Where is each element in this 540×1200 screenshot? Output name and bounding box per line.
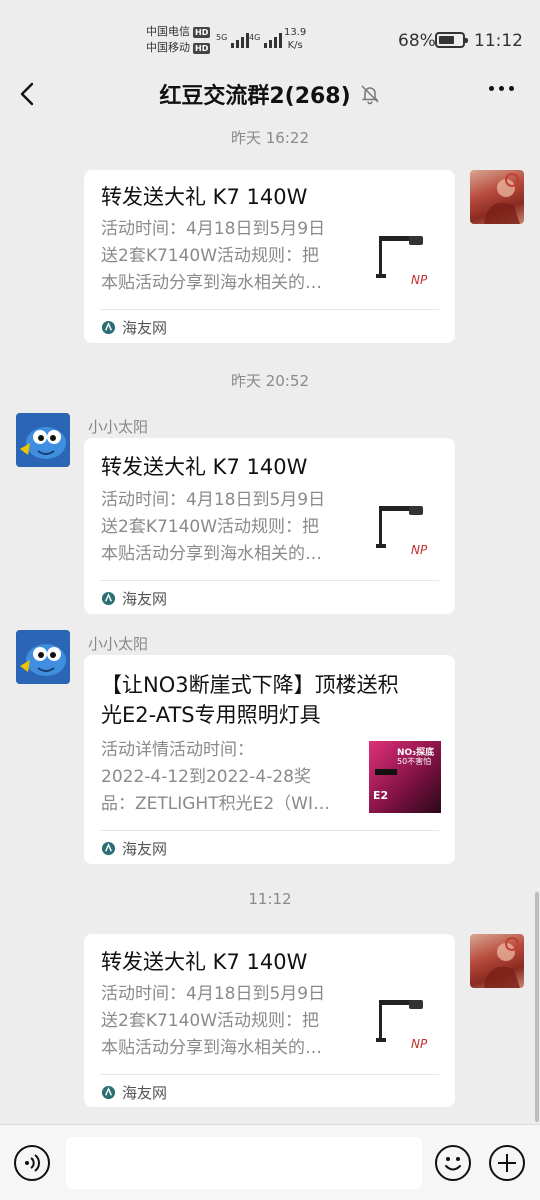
battery-percent: 68% xyxy=(398,31,436,51)
card-source: 海友网 xyxy=(101,1082,167,1103)
lamp-thumbnail-icon: NP xyxy=(376,1000,428,1051)
card-description: 活动时间：4月18日到5月9日 送2套K7140W活动规则：把 本贴活动分享到海水相… xyxy=(101,219,326,293)
timestamp: 昨天 20:52 xyxy=(231,372,309,390)
voice-icon[interactable] xyxy=(14,1145,50,1181)
status-time: 11:12 xyxy=(474,31,523,51)
carrier-info: 中国电信 HD 中国移动 HD xyxy=(146,24,211,56)
hd-badge: HD xyxy=(193,26,211,38)
link-card[interactable]: 转发送大礼 K7 140W 活动时间：4月18日到5月9日 送2套K7140W活动… xyxy=(84,438,455,614)
card-description: 活动详情活动时间： 2022-4-12到2022-4-28奖 品：ZETLIGHT积… xyxy=(101,740,330,814)
message-input[interactable] xyxy=(66,1137,422,1189)
card-title: 转发送大礼 K7 140W xyxy=(101,950,308,974)
input-bar xyxy=(0,1124,540,1200)
more-dots-icon[interactable] xyxy=(489,86,514,91)
link-card[interactable]: 【让NO3断崖式下降】顶楼送积 光E2-ATS专用照明灯具 活动详情活动时间： 2… xyxy=(84,655,455,864)
svg-text:NP: NP xyxy=(411,273,428,287)
timestamp: 11:12 xyxy=(248,890,292,908)
link-card[interactable]: 转发送大礼 K7 140W 活动时间：4月18日到5月9日 送2套K7140W活动… xyxy=(84,934,455,1107)
signal-5g-icon: 5G xyxy=(216,26,250,48)
plus-icon[interactable] xyxy=(489,1145,525,1181)
timestamp: 昨天 16:22 xyxy=(231,129,309,147)
card-source: 海友网 xyxy=(101,317,167,338)
status-bar: 中国电信 HD 中国移动 HD 5G 4G 13.9 K/s 68% 11:12 xyxy=(0,0,540,62)
avatar[interactable] xyxy=(16,630,70,684)
avatar[interactable] xyxy=(470,170,524,224)
svg-text:NP: NP xyxy=(411,1037,428,1051)
card-source: 海友网 xyxy=(101,838,167,859)
card-description: 活动时间：4月18日到5月9日 送2套K7140W活动规则：把 本贴活动分享到海水相… xyxy=(101,490,326,564)
carrier-1: 中国电信 xyxy=(146,25,190,38)
bell-muted-icon xyxy=(361,85,379,105)
avatar[interactable] xyxy=(16,413,70,467)
carrier-2: 中国移动 xyxy=(146,41,190,54)
avatar[interactable] xyxy=(470,934,524,988)
scrollbar[interactable] xyxy=(535,892,539,1122)
signal-4g-icon: 4G xyxy=(249,26,283,48)
card-title: 【让NO3断崖式下降】顶楼送积 光E2-ATS专用照明灯具 xyxy=(101,673,399,727)
svg-text:NP: NP xyxy=(411,543,428,557)
emoji-icon[interactable] xyxy=(435,1145,471,1181)
source-logo-icon xyxy=(101,591,116,606)
source-logo-icon xyxy=(101,1085,116,1100)
source-logo-icon xyxy=(101,841,116,856)
sender-name: 小小太阳 xyxy=(88,635,149,653)
card-source: 海友网 xyxy=(101,588,167,609)
source-logo-icon xyxy=(101,320,116,335)
chat-header: 红豆交流群2(268) xyxy=(0,62,540,126)
hd-badge: HD xyxy=(193,42,211,54)
product-thumbnail: NO₃探底 50不害怕 E2 xyxy=(369,741,441,813)
chat-title: 红豆交流群2(268) xyxy=(159,84,351,109)
card-title: 转发送大礼 K7 140W xyxy=(101,455,308,479)
network-speed: 13.9 K/s xyxy=(284,27,307,51)
card-title: 转发送大礼 K7 140W xyxy=(101,185,308,209)
lamp-thumbnail-icon: NP xyxy=(376,236,428,287)
sender-name: 小小太阳 xyxy=(88,418,149,436)
link-card[interactable]: 转发送大礼 K7 140W 活动时间：4月18日到5月9日 送2套K7140W活动… xyxy=(84,170,455,343)
battery-icon xyxy=(435,32,468,48)
lamp-thumbnail-icon: NP xyxy=(376,506,428,557)
card-description: 活动时间：4月18日到5月9日 送2套K7140W活动规则：把 本贴活动分享到海水相… xyxy=(101,984,326,1058)
